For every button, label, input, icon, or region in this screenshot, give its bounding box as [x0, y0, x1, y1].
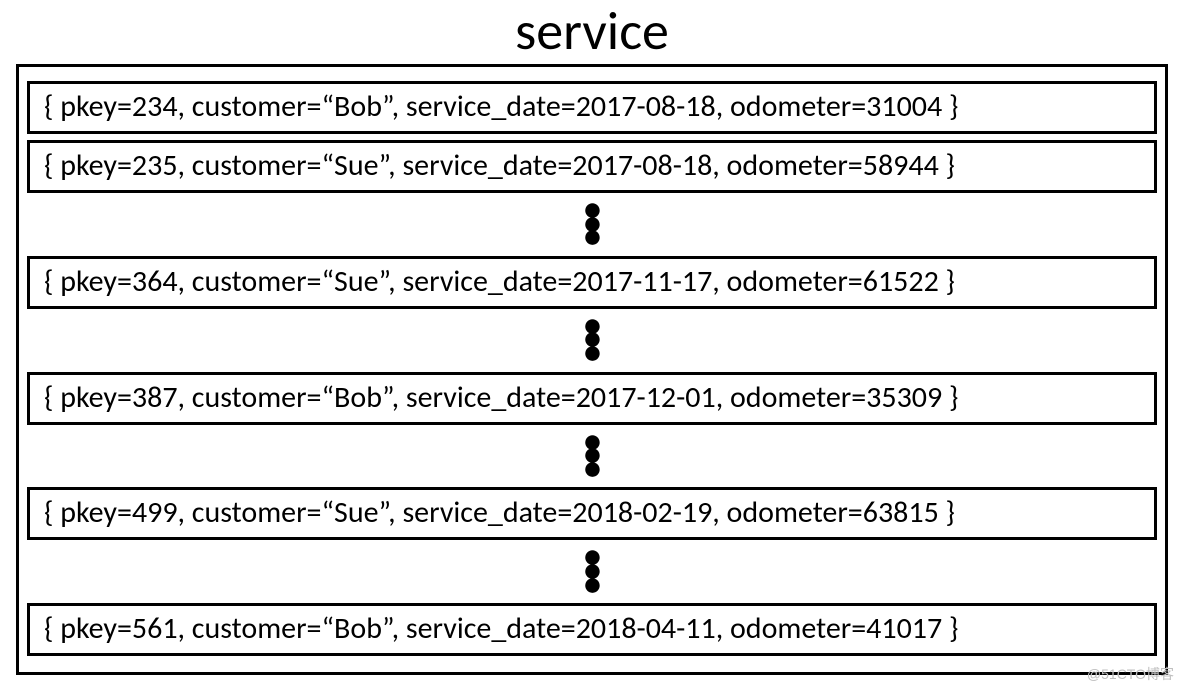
- record-row: { pkey=235, customer=“Sue”, service_date…: [27, 140, 1157, 193]
- vertical-ellipsis-icon: •••: [27, 435, 1157, 476]
- record-row: { pkey=499, customer=“Sue”, service_date…: [27, 487, 1157, 540]
- record-row: { pkey=364, customer=“Sue”, service_date…: [27, 256, 1157, 309]
- record-row: { pkey=234, customer=“Bob”, service_date…: [27, 81, 1157, 134]
- record-row: { pkey=561, customer=“Bob”, service_date…: [27, 603, 1157, 656]
- vertical-ellipsis-icon: •••: [27, 550, 1157, 591]
- record-row: { pkey=387, customer=“Bob”, service_date…: [27, 372, 1157, 425]
- vertical-ellipsis-icon: •••: [27, 203, 1157, 244]
- watermark-text: @51CTO博客: [1087, 664, 1174, 684]
- diagram-title: service: [0, 0, 1184, 60]
- service-table-container: { pkey=234, customer=“Bob”, service_date…: [16, 64, 1168, 675]
- vertical-ellipsis-icon: •••: [27, 319, 1157, 360]
